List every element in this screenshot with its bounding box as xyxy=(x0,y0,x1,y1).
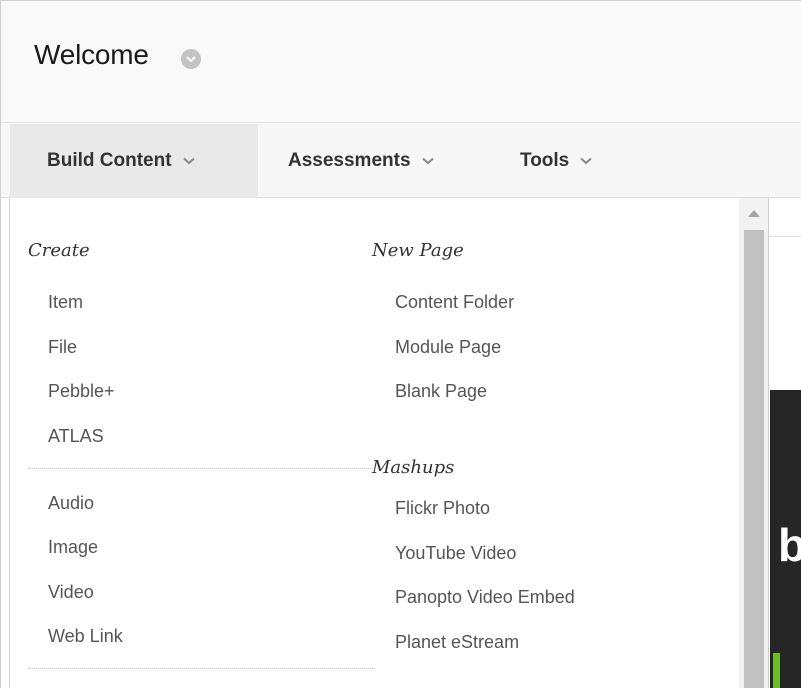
menu-item-content-folder[interactable]: Content Folder xyxy=(395,292,514,313)
menu-item-item[interactable]: Item xyxy=(48,292,83,313)
tab-build-content-label: Build Content xyxy=(47,150,172,171)
page-header: Welcome xyxy=(1,1,801,123)
menu-item-pebble[interactable]: Pebble+ xyxy=(48,381,115,402)
page-title: Welcome xyxy=(34,39,149,70)
tab-assessments[interactable]: Assessments xyxy=(288,124,434,198)
chevron-down-circle-icon[interactable] xyxy=(181,49,201,69)
menu-item-panopto-video-embed[interactable]: Panopto Video Embed xyxy=(395,587,575,608)
banner-text-fragment: b xyxy=(778,519,801,571)
chevron-down-icon xyxy=(421,157,434,165)
menu-item-flickr-photo[interactable]: Flickr Photo xyxy=(395,498,490,519)
menu-scrollbar[interactable] xyxy=(739,198,768,688)
menu-divider xyxy=(28,668,373,669)
scrollbar-thumb[interactable] xyxy=(744,230,764,688)
menu-item-file[interactable]: File xyxy=(48,337,77,358)
tab-build-content[interactable]: Build Content xyxy=(10,124,258,198)
action-bar: Build Content Assessments Tools xyxy=(1,124,801,198)
chevron-down-icon xyxy=(182,157,195,165)
menu-item-blank-page[interactable]: Blank Page xyxy=(395,381,487,402)
banner-accent xyxy=(773,653,780,688)
tab-tools[interactable]: Tools xyxy=(520,124,592,198)
build-content-menu xyxy=(9,198,769,688)
menu-item-planet-estream[interactable]: Planet eStream xyxy=(395,632,519,653)
tab-assessments-label: Assessments xyxy=(288,150,411,171)
chevron-down-icon xyxy=(580,157,592,165)
menu-item-module-page[interactable]: Module Page xyxy=(395,337,501,358)
scroll-up-arrow-icon[interactable] xyxy=(739,198,768,228)
section-heading-mashups: Mashups xyxy=(372,457,455,478)
tab-tools-label: Tools xyxy=(520,150,570,171)
menu-item-youtube-video[interactable]: YouTube Video xyxy=(395,543,516,564)
menu-divider xyxy=(28,468,373,469)
menu-item-web-link[interactable]: Web Link xyxy=(48,626,123,647)
menu-item-video[interactable]: Video xyxy=(48,582,94,603)
section-heading-create: Create xyxy=(28,240,90,261)
menu-item-audio[interactable]: Audio xyxy=(48,493,94,514)
section-heading-new-page: New Page xyxy=(372,240,464,261)
menu-item-atlas[interactable]: ATLAS xyxy=(48,426,104,447)
menu-item-image[interactable]: Image xyxy=(48,537,98,558)
